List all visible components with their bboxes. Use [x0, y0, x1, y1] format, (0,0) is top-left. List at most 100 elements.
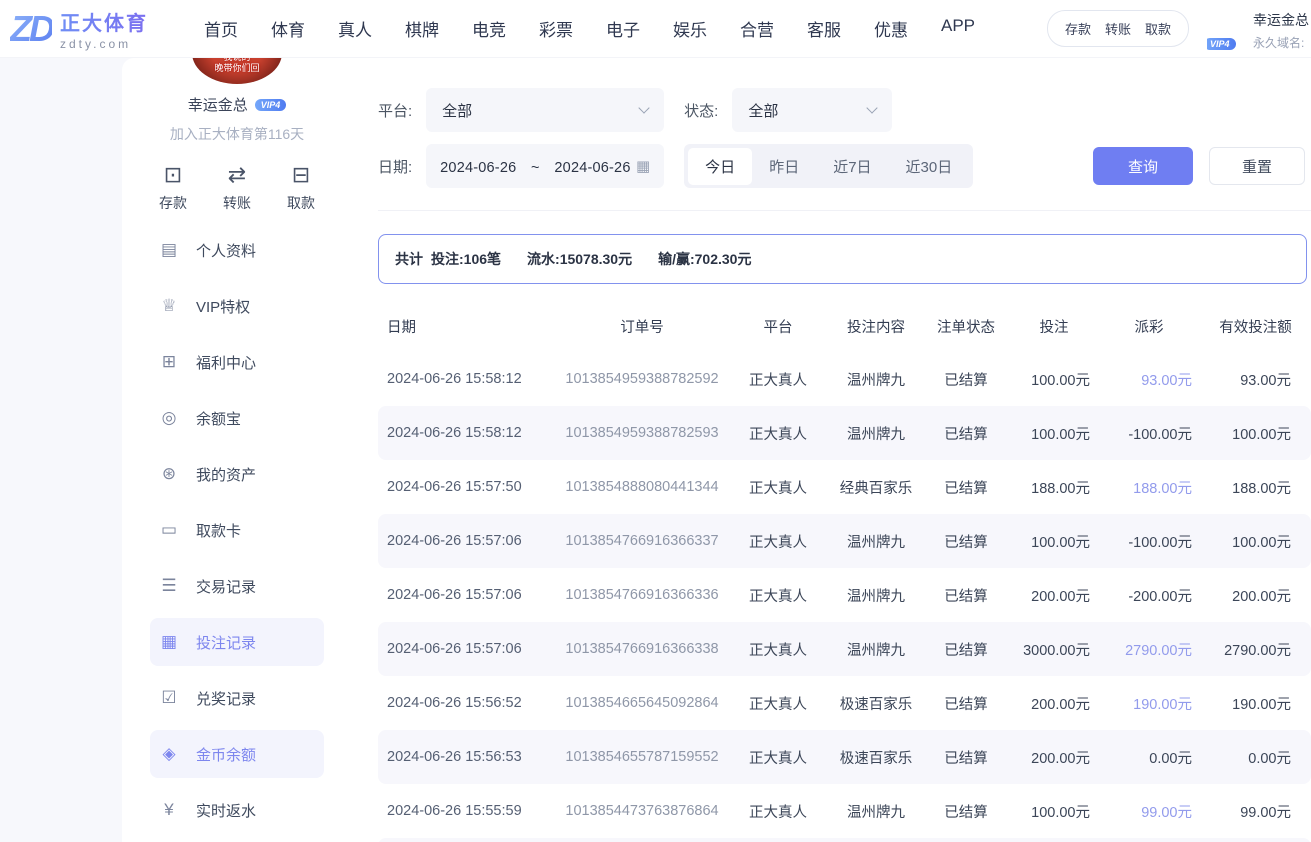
sidebar-menu-item[interactable]: ☰ 交易记录: [150, 562, 324, 610]
sidebar-item-icon: ¥: [158, 800, 180, 820]
nav-item[interactable]: 真人: [338, 16, 372, 41]
cell-valid-bet: 200.00元: [1200, 585, 1311, 606]
nav-item[interactable]: 体育: [271, 16, 305, 41]
sidebar-item-icon: ◈: [158, 744, 180, 764]
sidebar-menu-item[interactable]: ◈ 金币余额: [150, 730, 324, 778]
username: 幸运金总: [1253, 10, 1309, 30]
sidebar-item-icon: ▤: [158, 240, 180, 260]
sidebar-menu-item[interactable]: ¥ 实时返水: [150, 786, 324, 834]
cell-valid-bet: 100.00元: [1200, 423, 1311, 444]
nav-item[interactable]: 娱乐: [673, 16, 707, 41]
summary-bar: 共计 投注:106笔 流水:15078.30元 输/赢:702.30元: [378, 234, 1307, 284]
quick-range-button[interactable]: 昨日: [752, 148, 816, 185]
cell-order-number: 1013854473763876864: [558, 803, 726, 819]
cell-order-number: 1013854766916366337: [558, 533, 726, 549]
wallet-action-button[interactable]: 存款: [1065, 19, 1091, 38]
nav-item[interactable]: 首页: [204, 16, 238, 41]
table-row: 2024-06-26 15:58:12 1013854959388782593 …: [378, 406, 1311, 460]
date-range-input[interactable]: 2024-06-26 ~ 2024-06-26 ▦: [426, 144, 664, 188]
cell-valid-bet: 2790.00元: [1200, 639, 1311, 660]
nav-item[interactable]: 客服: [807, 16, 841, 41]
calendar-icon: ▦: [636, 157, 650, 175]
cell-order-number: 1013854766916366336: [558, 587, 726, 603]
search-button[interactable]: 查询: [1093, 147, 1193, 185]
cell-date: 2024-06-26 15:57:06: [378, 587, 558, 603]
sidebar-menu: ▤ 个人资料 ♕ VIP特权 ⊞ 福利中心 ◎ 余额宝: [122, 226, 352, 842]
quick-range-button[interactable]: 近7日: [816, 148, 888, 185]
cell-content: 温州牌九: [830, 639, 922, 660]
table-row: 2024-06-26 15:57:06 1013854766916366337 …: [378, 514, 1311, 568]
sidebar-menu-item[interactable]: ▭ 取款卡: [150, 506, 324, 554]
sidebar: 我说的 晚带你们回 幸运金总 VIP4 加入正大体育第116天 ⊡ 存款 ⇄ 转…: [122, 58, 352, 842]
sidebar-item-label: 交易记录: [196, 576, 256, 597]
cell-bet: 200.00元: [1010, 585, 1098, 606]
cell-bet: 100.00元: [1010, 423, 1098, 444]
nav-item[interactable]: 优惠: [874, 16, 908, 41]
sidebar-item-label: 金币余额: [196, 744, 256, 765]
platform-select[interactable]: 全部: [426, 88, 664, 132]
cell-platform: 正大真人: [726, 369, 830, 390]
cell-platform: 正大真人: [726, 477, 830, 498]
sidebar-item-label: 投注记录: [196, 632, 256, 653]
sidebar-menu-item[interactable]: ▦ 投注记录: [150, 618, 324, 666]
date-range-value: 2024-06-26 ~ 2024-06-26: [440, 156, 636, 177]
brand-domain: zdty.com: [60, 37, 148, 51]
cell-payout: 0.00元: [1098, 747, 1200, 768]
status-select[interactable]: 全部: [732, 88, 892, 132]
sidebar-item-label: 个人资料: [196, 240, 256, 261]
status-filter-label: 状态:: [684, 100, 718, 121]
cell-order-number: 1013854888080441344: [558, 479, 726, 495]
nav-item[interactable]: APP: [941, 16, 975, 41]
col-header-date: 日期: [378, 316, 558, 337]
cell-platform: 正大真人: [726, 693, 830, 714]
table-row: 2024-06-26 15:56:53 1013854655787159552 …: [378, 730, 1311, 784]
cell-status: 已结算: [922, 423, 1010, 444]
cell-date: 2024-06-26 15:56:52: [378, 695, 558, 711]
sidebar-menu-item[interactable]: ♕ VIP特权: [150, 282, 324, 330]
main-content: 平台: 全部 状态: 全部 日期: 2024-06-26 ~ 2024-06-2…: [360, 58, 1311, 842]
cell-content: 温州牌九: [830, 531, 922, 552]
sidebar-menu-item[interactable]: ⊞ 福利中心: [150, 338, 324, 386]
content-card: 我说的 晚带你们回 幸运金总 VIP4 加入正大体育第116天 ⊡ 存款 ⇄ 转…: [122, 58, 1311, 842]
col-header-platform: 平台: [726, 316, 830, 337]
cell-content: 温州牌九: [830, 585, 922, 606]
quick-range-button[interactable]: 今日: [688, 148, 752, 185]
sidebar-item-icon: ▭: [158, 520, 180, 540]
nav-item[interactable]: 电竞: [472, 16, 506, 41]
cell-payout: 2790.00元: [1098, 639, 1200, 660]
nav-item[interactable]: 棋牌: [405, 16, 439, 41]
sidebar-item-icon: ⊞: [158, 352, 180, 372]
quick-action-icon: ⊡: [164, 162, 182, 188]
nav-item[interactable]: 电子: [606, 16, 640, 41]
bet-records-table: 日期 订单号 平台 投注内容 注单状态 投注 派彩 有效投注额 2024-06-…: [378, 300, 1311, 842]
nav-item[interactable]: 合营: [740, 16, 774, 41]
cell-date: 2024-06-26 15:57:06: [378, 533, 558, 549]
nav-item[interactable]: 彩票: [539, 16, 573, 41]
quick-actions: ⊡ 存款 ⇄ 转账 ⊟ 取款: [159, 162, 315, 213]
cell-platform: 正大真人: [726, 801, 830, 822]
brand-logo[interactable]: ZD 正大体育 zdty.com: [10, 7, 148, 51]
cell-date: 2024-06-26 15:56:53: [378, 749, 558, 765]
quick-action-label: 转账: [223, 193, 251, 213]
sidebar-menu-item[interactable]: ◎ 余额宝: [150, 394, 324, 442]
cell-payout: 190.00元: [1098, 693, 1200, 714]
quick-range-button[interactable]: 近30日: [889, 148, 970, 185]
cell-status: 已结算: [922, 639, 1010, 660]
cell-valid-bet: 190.00元: [1200, 693, 1311, 714]
sidebar-menu-item[interactable]: ☑ 兑奖记录: [150, 674, 324, 722]
quick-action-button[interactable]: ⊡ 存款: [159, 162, 187, 213]
cell-bet: 3000.00元: [1010, 639, 1098, 660]
chevron-down-icon: [867, 102, 878, 113]
wallet-action-button[interactable]: 转账: [1105, 19, 1131, 38]
brand-name: 正大体育: [60, 7, 148, 36]
sidebar-menu-item[interactable]: ▤ 个人资料: [150, 226, 324, 274]
quick-action-button[interactable]: ⊟ 取款: [287, 162, 315, 213]
quick-action-button[interactable]: ⇄ 转账: [223, 162, 251, 213]
cell-content: 温州牌九: [830, 369, 922, 390]
col-header-valid: 有效投注额: [1200, 316, 1311, 337]
table-row: 2024-06-26 15:58:12 1013854959388782592 …: [378, 352, 1311, 406]
table-row: 2024-06-26 15:56:52 1013854665645092864 …: [378, 676, 1311, 730]
sidebar-menu-item[interactable]: ⊛ 我的资产: [150, 450, 324, 498]
wallet-action-button[interactable]: 取款: [1145, 19, 1171, 38]
reset-button[interactable]: 重置: [1209, 147, 1305, 185]
